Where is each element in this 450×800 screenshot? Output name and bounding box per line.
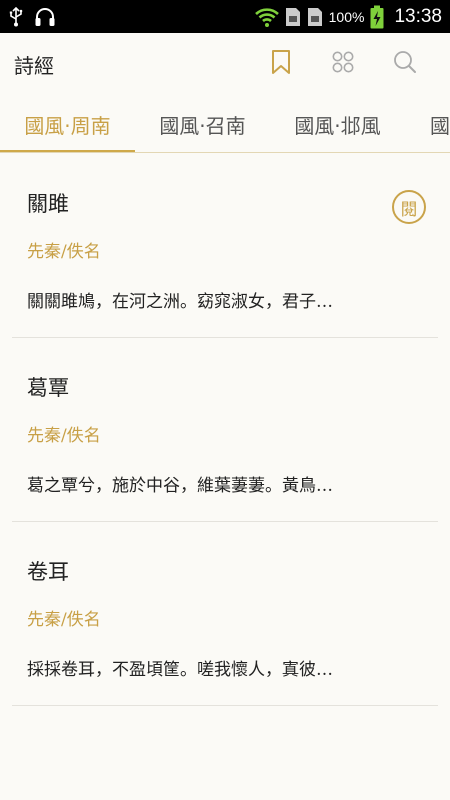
list-item[interactable]: 卷耳 先秦/佚名 採採卷耳，不盈頃筐。嗟我懷人，寘彼… bbox=[12, 522, 438, 706]
poem-title: 關雎 bbox=[27, 192, 69, 216]
read-badge-icon: 閱 bbox=[392, 190, 426, 224]
tab-label: 國 bbox=[430, 113, 450, 138]
tab-zhounan[interactable]: 國風·周南 bbox=[0, 95, 135, 152]
wifi-icon bbox=[254, 6, 279, 28]
poem-title: 葛覃 bbox=[27, 376, 69, 400]
app-header: 詩經 bbox=[0, 33, 450, 95]
status-clock: 13:38 bbox=[394, 5, 442, 27]
poem-author: 先秦/佚名 bbox=[27, 426, 101, 446]
grid-button[interactable] bbox=[312, 40, 374, 88]
tab-bar: 國風·周南 國風·召南 國風·邶風 國 bbox=[0, 95, 450, 153]
search-button[interactable] bbox=[374, 40, 436, 88]
sim2-icon bbox=[307, 7, 323, 27]
tab-label: 國風·周南 bbox=[24, 113, 111, 138]
tab-label: 國風·邶風 bbox=[294, 113, 381, 138]
headset-icon bbox=[34, 7, 56, 27]
list-item[interactable]: 葛覃 先秦/佚名 葛之覃兮，施於中谷，維葉萋萋。黃鳥… bbox=[12, 338, 438, 522]
poem-excerpt: 採採卷耳，不盈頃筐。嗟我懷人，寘彼… bbox=[27, 660, 333, 680]
tab-label: 國風·召南 bbox=[159, 113, 246, 138]
status-bar: 100% 13:38 bbox=[0, 0, 450, 33]
bookmark-icon bbox=[270, 49, 292, 79]
usb-icon bbox=[8, 6, 24, 27]
battery-percent: 100% bbox=[328, 8, 365, 25]
list-item[interactable]: 關雎 先秦/佚名 關關雎鳩，在河之洲。窈窕淑女，君子… 閱 bbox=[12, 154, 438, 338]
tab-beifeng[interactable]: 國風·邶風 bbox=[270, 95, 405, 152]
sim1-icon bbox=[285, 7, 301, 27]
grid-icon bbox=[331, 50, 355, 78]
bookmark-button[interactable] bbox=[250, 40, 312, 88]
tab-shaonan[interactable]: 國風·召南 bbox=[135, 95, 270, 152]
search-icon bbox=[393, 50, 417, 78]
poem-author: 先秦/佚名 bbox=[27, 610, 101, 630]
poem-excerpt: 關關雎鳩，在河之洲。窈窕淑女，君子… bbox=[27, 292, 333, 312]
page-title: 詩經 bbox=[14, 53, 54, 78]
tab-next[interactable]: 國 bbox=[420, 95, 450, 152]
poem-list: 關雎 先秦/佚名 關關雎鳩，在河之洲。窈窕淑女，君子… 閱 葛覃 先秦/佚名 葛… bbox=[0, 154, 450, 706]
poem-author: 先秦/佚名 bbox=[27, 242, 101, 262]
battery-charging-icon bbox=[370, 5, 384, 29]
poem-excerpt: 葛之覃兮，施於中谷，維葉萋萋。黃鳥… bbox=[27, 476, 333, 496]
poem-title: 卷耳 bbox=[27, 560, 69, 584]
